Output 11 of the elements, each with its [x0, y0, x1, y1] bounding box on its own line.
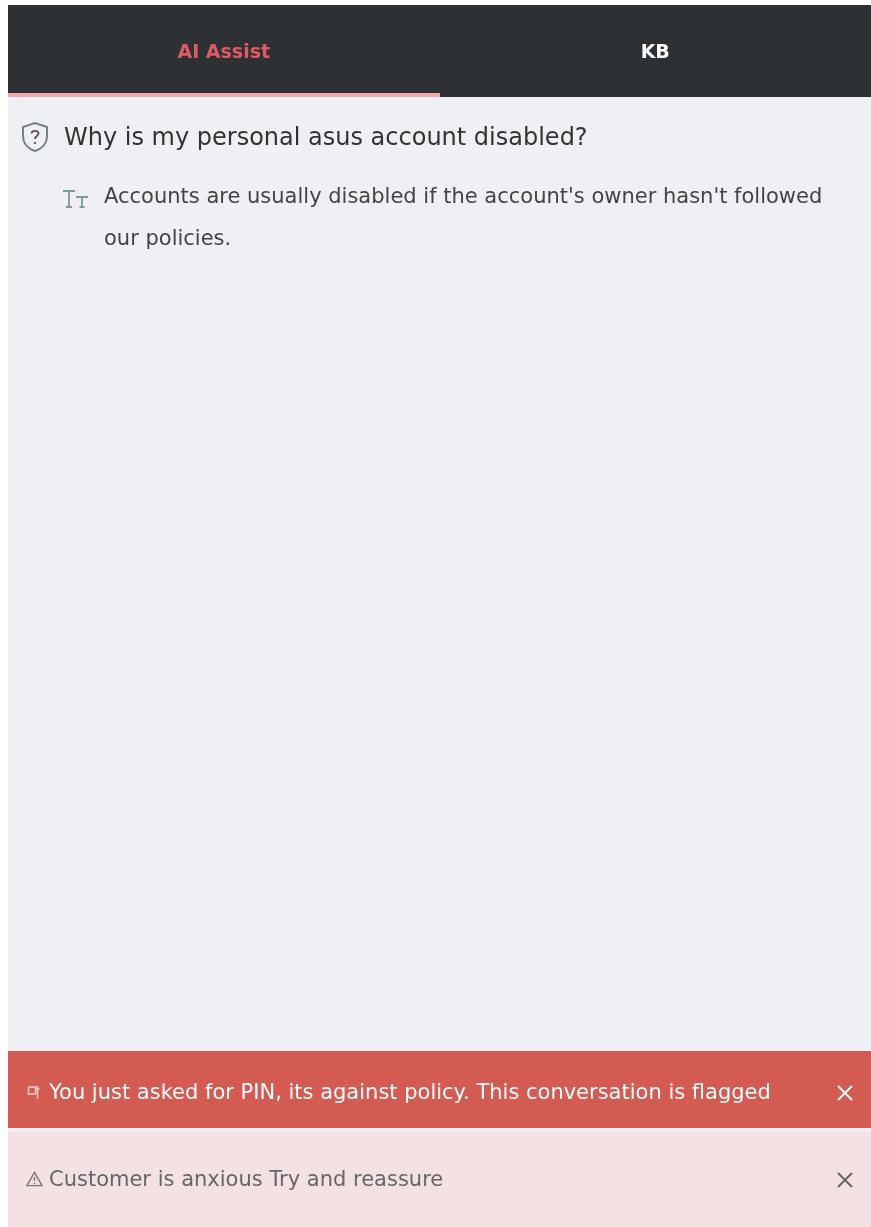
close-icon[interactable] — [835, 1083, 855, 1103]
answer-text: Accounts are usually disabled if the account's owner hasn't followed our policies. — [104, 183, 824, 252]
shield-question-icon — [20, 121, 50, 153]
tab[interactable]: KB — [439, 5, 871, 97]
alert-message: You just asked for PIN, its against policy. This conversation is flagged — [49, 1079, 772, 1106]
alert-message: Customer is anxious Try and reassure — [49, 1166, 444, 1193]
close-icon[interactable] — [835, 1170, 855, 1190]
tab[interactable]: AI Assist — [8, 5, 440, 97]
question-text: Why is my personal asus account disabled? — [64, 123, 588, 151]
warning-icon — [26, 1171, 43, 1187]
flag-icon — [26, 1084, 43, 1100]
